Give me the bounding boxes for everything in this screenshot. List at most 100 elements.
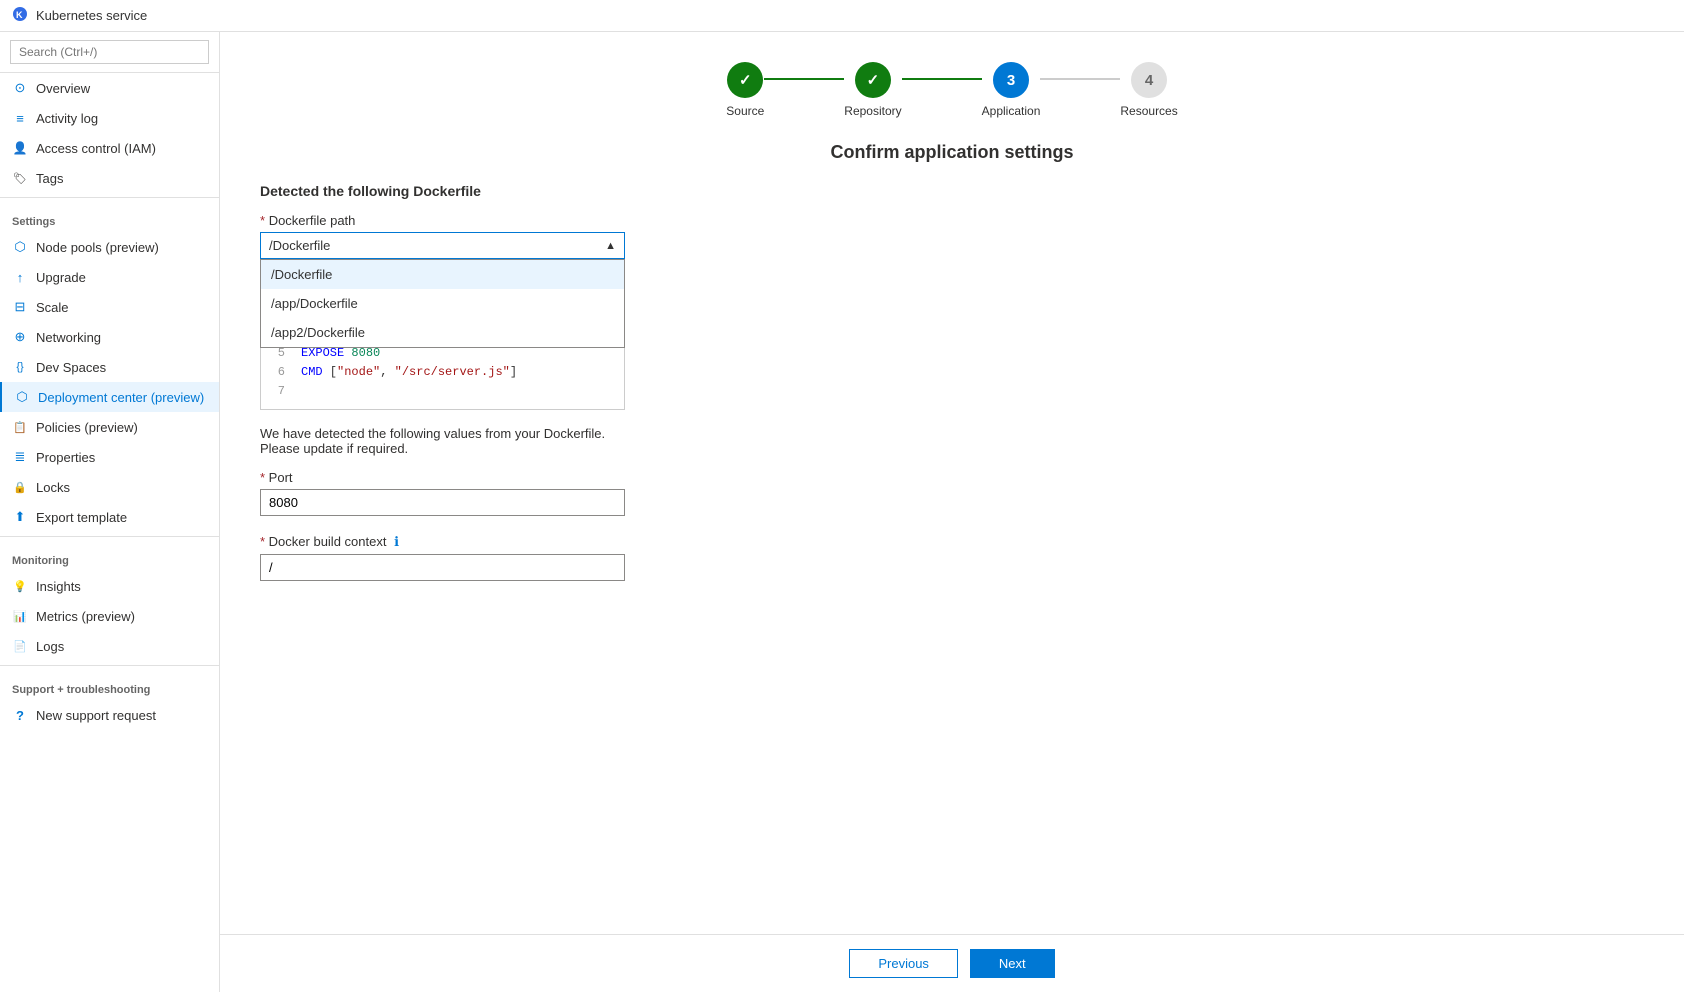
sidebar-item-dev-spaces[interactable]: Dev Spaces [0, 352, 219, 382]
sidebar-item-export-template[interactable]: Export template [0, 502, 219, 532]
detected-values-text: We have detected the following values fr… [260, 426, 625, 456]
dockerfile-path-input[interactable]: /Dockerfile ▲ [260, 232, 625, 259]
step-label-repository: Repository [844, 104, 901, 118]
wizard-step-resources: 4 Resources [1120, 62, 1177, 118]
wizard-step-repository: ✓ Repository [844, 62, 901, 118]
support-icon [12, 707, 28, 723]
sidebar: Overview Activity log Access control (IA… [0, 32, 220, 992]
sidebar-item-overview[interactable]: Overview [0, 73, 219, 103]
scale-icon [12, 299, 28, 315]
form-title: Confirm application settings [260, 142, 1644, 163]
top-bar: K Kubernetes service [0, 0, 1684, 32]
sidebar-item-activity-log[interactable]: Activity log [0, 103, 219, 133]
step-label-source: Source [726, 104, 764, 118]
code-line-7: 7 [273, 382, 612, 401]
dropdown-option-2[interactable]: /app2/Dockerfile [261, 318, 624, 347]
export-icon [12, 509, 28, 525]
kubernetes-icon: K [12, 6, 28, 25]
svg-text:K: K [16, 10, 23, 20]
connector-1-2 [764, 78, 844, 80]
sidebar-item-upgrade[interactable]: Upgrade [0, 262, 219, 292]
step-label-resources: Resources [1120, 104, 1177, 118]
wizard-step-source: ✓ Source [726, 62, 764, 118]
port-field: * Port [260, 470, 1644, 516]
dockerfile-path-value: /Dockerfile [269, 238, 330, 253]
dropdown-option-1[interactable]: /app/Dockerfile [261, 289, 624, 318]
checkmark-repository: ✓ [867, 71, 880, 89]
dockerfile-path-label: * Dockerfile path [260, 213, 1644, 228]
sidebar-item-insights[interactable]: Insights [0, 571, 219, 601]
required-star-port: * [260, 470, 269, 485]
monitoring-section-label: Monitoring [0, 541, 219, 571]
activity-log-icon [12, 110, 28, 126]
wizard-step-application: 3 Application [982, 62, 1041, 118]
bottom-bar: Previous Next [220, 934, 1684, 992]
previous-button[interactable]: Previous [849, 949, 958, 978]
port-label: * Port [260, 470, 1644, 485]
top-bar-title: Kubernetes service [36, 8, 147, 23]
divider-settings [0, 197, 219, 198]
step-circle-source: ✓ [727, 62, 763, 98]
port-input[interactable] [260, 489, 625, 516]
overview-icon [12, 80, 28, 96]
connector-3-4 [1040, 78, 1120, 80]
insights-icon [12, 578, 28, 594]
line-code-6: CMD ["node", "/src/server.js"] [301, 363, 517, 382]
policies-icon [12, 419, 28, 435]
step-number-resources: 4 [1145, 72, 1153, 89]
code-line-6: 6 CMD ["node", "/src/server.js"] [273, 363, 612, 382]
deployment-icon [14, 389, 30, 405]
logs-icon [12, 638, 28, 654]
sidebar-item-scale[interactable]: Scale [0, 292, 219, 322]
sidebar-item-tags[interactable]: Tags [0, 163, 219, 193]
sidebar-item-metrics[interactable]: Metrics (preview) [0, 601, 219, 631]
main-content: ✓ Source ✓ Repository 3 [220, 32, 1684, 934]
divider-monitoring [0, 536, 219, 537]
docker-context-label: * Docker build context ℹ [260, 534, 1644, 550]
sidebar-item-new-support[interactable]: New support request [0, 700, 219, 730]
nodepools-icon [12, 239, 28, 255]
divider-support [0, 665, 219, 666]
info-icon: ℹ [394, 534, 399, 549]
dockerfile-dropdown-menu: /Dockerfile /app/Dockerfile /app2/Docker… [260, 259, 625, 348]
networking-icon [12, 329, 28, 345]
step-circle-repository: ✓ [855, 62, 891, 98]
sidebar-item-deployment-center[interactable]: Deployment center (preview) [0, 382, 219, 412]
step-label-application: Application [982, 104, 1041, 118]
sidebar-item-properties[interactable]: Properties [0, 442, 219, 472]
sidebar-item-access-control[interactable]: Access control (IAM) [0, 133, 219, 163]
checkmark-source: ✓ [739, 71, 752, 89]
required-star-docker: * [260, 534, 269, 549]
sidebar-item-locks[interactable]: Locks [0, 472, 219, 502]
settings-section-label: Settings [0, 202, 219, 232]
dockerfile-path-dropdown: /Dockerfile ▲ /Dockerfile /app/Dockerfil… [260, 232, 625, 259]
step-circle-resources: 4 [1131, 62, 1167, 98]
search-container [0, 32, 219, 73]
locks-icon [12, 479, 28, 495]
sidebar-item-policies[interactable]: Policies (preview) [0, 412, 219, 442]
wizard-steps: ✓ Source ✓ Repository 3 [260, 62, 1644, 118]
properties-icon [12, 449, 28, 465]
metrics-icon [12, 608, 28, 624]
main-area: ✓ Source ✓ Repository 3 [220, 32, 1684, 992]
line-num-7: 7 [273, 382, 285, 401]
next-button[interactable]: Next [970, 949, 1055, 978]
devspaces-icon [12, 359, 28, 375]
line-num-6: 6 [273, 363, 285, 382]
search-input[interactable] [10, 40, 209, 64]
dropdown-option-0[interactable]: /Dockerfile [261, 260, 624, 289]
step-circle-application: 3 [993, 62, 1029, 98]
docker-context-field: * Docker build context ℹ [260, 534, 1644, 581]
tags-icon [12, 170, 28, 186]
sidebar-item-networking[interactable]: Networking [0, 322, 219, 352]
upgrade-icon [12, 269, 28, 285]
iam-icon [12, 140, 28, 156]
detected-dockerfile-title: Detected the following Dockerfile [260, 183, 1644, 199]
connector-2-3 [902, 78, 982, 80]
required-star: * [260, 213, 265, 228]
dockerfile-path-field: * Dockerfile path /Dockerfile ▲ /Dockerf… [260, 213, 1644, 259]
sidebar-item-logs[interactable]: Logs [0, 631, 219, 661]
docker-context-input[interactable] [260, 554, 625, 581]
sidebar-item-node-pools[interactable]: Node pools (preview) [0, 232, 219, 262]
support-section-label: Support + troubleshooting [0, 670, 219, 700]
